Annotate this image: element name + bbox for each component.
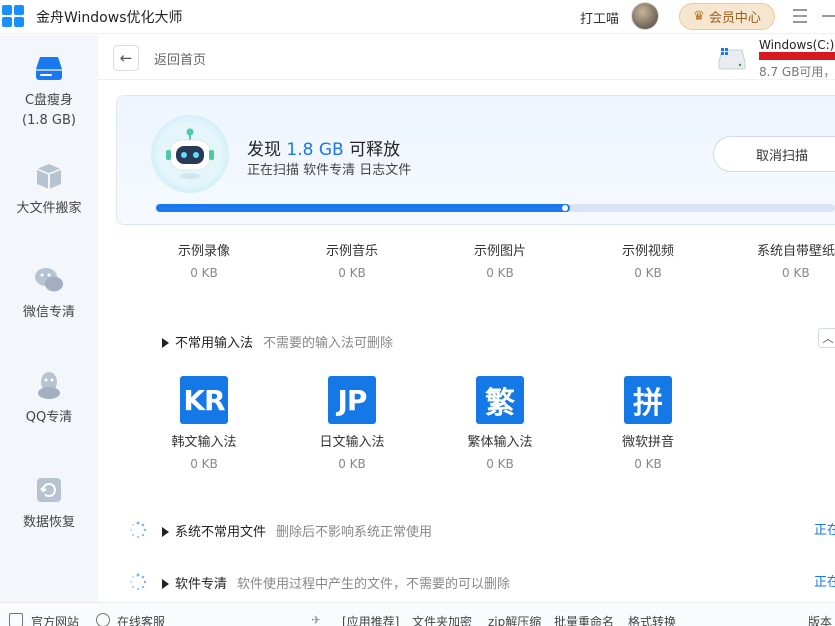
recovery-icon: [32, 473, 66, 507]
app-logo-icon: [2, 5, 25, 28]
header-divider: [98, 79, 835, 80]
chevron-up-icon: ︿: [822, 332, 834, 345]
section-scan-state: 正在: [814, 575, 835, 590]
section-scan-state: 正在: [814, 523, 835, 538]
sidebar-item-label: 大文件搬家: [16, 201, 82, 216]
username[interactable]: 打工喵: [580, 8, 619, 27]
qq-penguin-icon: [32, 368, 66, 402]
hard-drive-icon: [32, 51, 66, 85]
scan-progress-bar: [156, 204, 835, 212]
section-desc: 不需要的输入法可删除: [263, 336, 394, 351]
footer-link-support[interactable]: 在线客服: [117, 613, 165, 626]
disk-drive-icon: [718, 48, 746, 70]
vip-center-label: 会员中心: [708, 11, 761, 26]
title-bar: 金舟Windows优化大师 打工喵 ♛ 会员中心: [0, 0, 835, 34]
japanese-ime-icon: JP: [328, 376, 376, 424]
sidebar-item-qq-clean[interactable]: QQ专清: [0, 368, 98, 428]
back-home-link[interactable]: 返回首页: [154, 49, 206, 68]
section-header-system-files[interactable]: 系统不常用文件 删除后不影响系统正常使用: [162, 521, 432, 540]
ime-item[interactable]: JP 日文输入法 0 KB: [287, 376, 417, 472]
ime-item[interactable]: KR 韩文输入法 0 KB: [139, 376, 269, 472]
box-icon: [32, 159, 66, 193]
cancel-scan-button[interactable]: 取消扫描: [713, 136, 835, 172]
sidebar-item-label: 数据恢复: [22, 515, 75, 530]
found-summary: 发现 1.8 GB 可释放: [247, 140, 401, 160]
footer-bar: 官方网站 在线客服 ✈ [应用推荐] 文件夹加密 zip解压缩 批量重命名 格式…: [0, 602, 835, 626]
disk-free-text: 8.7 GB可用，共: [759, 65, 835, 79]
crown-icon: ♛: [693, 9, 705, 24]
result-item[interactable]: 系统自带壁纸 0 KB: [731, 243, 835, 281]
section-desc: 软件使用过程中产生的文件，不需要的可以删除: [237, 577, 511, 592]
section-desc: 删除后不影响系统正常使用: [276, 525, 433, 540]
result-item[interactable]: 示例图片 0 KB: [435, 243, 565, 281]
sidebar-item-wechat-clean[interactable]: 微信专清: [0, 263, 98, 323]
footer-link-batch-rename[interactable]: 批量重命名: [554, 613, 614, 626]
ime-item[interactable]: 拼 微软拼音 0 KB: [583, 376, 713, 472]
footer-link-folder-encrypt[interactable]: 文件夹加密: [412, 613, 472, 626]
minimize-icon[interactable]: [822, 15, 835, 17]
ime-item[interactable]: 繁 繁体输入法 0 KB: [435, 376, 565, 472]
sidebar-item-label: C盘瘦身: [24, 93, 74, 108]
sidebar: C盘瘦身 (1.8 GB) 大文件搬家 微信专清 QQ专清 数据恢复: [0, 35, 98, 602]
vip-center-button[interactable]: ♛ 会员中心: [679, 3, 775, 30]
expand-triangle-icon: [162, 338, 169, 348]
result-item[interactable]: 示例视频 0 KB: [583, 243, 713, 281]
expand-triangle-icon: [162, 579, 169, 589]
disk-usage-bar: [759, 52, 835, 60]
footer-link-zip[interactable]: zip解压缩: [488, 613, 541, 626]
disk-name: Windows(C:): [759, 38, 835, 52]
back-button[interactable]: ←: [113, 45, 139, 71]
found-size: 1.8 GB: [286, 140, 344, 160]
collapse-up-button[interactable]: ︿: [818, 328, 835, 348]
wechat-icon: [32, 263, 66, 297]
footer-version: 版本: [808, 615, 833, 626]
sidebar-item-data-recovery[interactable]: 数据恢复: [0, 473, 98, 533]
section-title: 系统不常用文件: [175, 525, 267, 540]
scan-status-text: 正在扫描 软件专清 日志文件: [247, 163, 412, 178]
sidebar-item-label: 微信专清: [22, 305, 75, 320]
expand-triangle-icon: [162, 527, 169, 537]
traditional-chinese-ime-icon: 繁: [476, 376, 524, 424]
loading-spinner-icon: [129, 573, 147, 591]
result-item[interactable]: 示例录像 0 KB: [139, 243, 269, 281]
arrow-left-icon: ←: [119, 49, 133, 67]
avatar[interactable]: [631, 2, 659, 30]
section-header-ime[interactable]: 不常用输入法 不需要的输入法可删除: [162, 332, 393, 351]
sidebar-item-sub: (1.8 GB): [22, 113, 76, 128]
website-icon: [9, 613, 23, 626]
headset-icon: [96, 613, 110, 626]
section-title: 软件专清: [175, 577, 228, 592]
footer-app-recommend: [应用推荐]: [342, 615, 400, 626]
sidebar-item-label: QQ专清: [25, 410, 73, 425]
pinyin-ime-icon: 拼: [624, 376, 672, 424]
korean-ime-icon: KR: [180, 376, 228, 424]
scan-progress-knob: [562, 205, 568, 211]
menu-icon[interactable]: [793, 9, 807, 23]
sidebar-item-c-drive-slim[interactable]: C盘瘦身 (1.8 GB): [0, 51, 98, 131]
footer-link-format-convert[interactable]: 格式转换: [628, 613, 676, 626]
footer-link-website[interactable]: 官方网站: [31, 613, 79, 626]
section-title: 不常用输入法: [175, 336, 254, 351]
robot-mascot-icon: [166, 128, 214, 180]
loading-spinner-icon: [129, 521, 147, 539]
result-item[interactable]: 示例音乐 0 KB: [287, 243, 417, 281]
app-title: 金舟Windows优化大师: [36, 10, 183, 26]
sidebar-item-large-file-move[interactable]: 大文件搬家: [0, 159, 98, 219]
rocket-icon: ✈: [311, 613, 322, 626]
scan-progress-fill: [156, 204, 570, 212]
section-header-software-clean[interactable]: 软件专清 软件使用过程中产生的文件，不需要的可以删除: [162, 573, 510, 592]
